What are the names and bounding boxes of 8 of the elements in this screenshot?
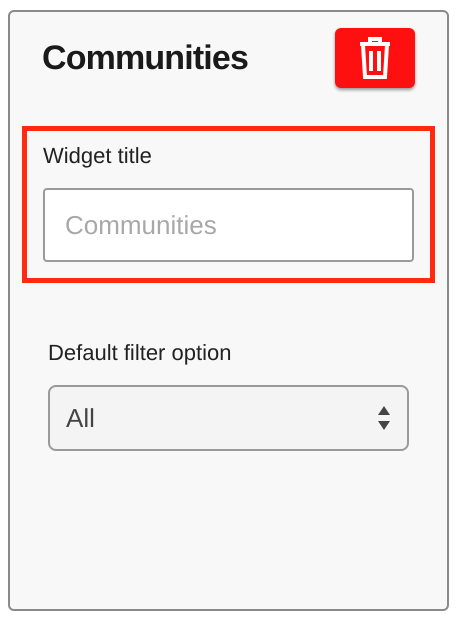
field-label: Widget title bbox=[43, 142, 153, 170]
field-label: Default filter option bbox=[48, 339, 232, 367]
up-down-arrows-icon bbox=[377, 404, 391, 432]
widget-title: Communities bbox=[42, 38, 248, 78]
input-field[interactable]: Communities bbox=[43, 188, 414, 262]
delete-button[interactable] bbox=[335, 28, 415, 88]
dropdown[interactable]: All bbox=[48, 385, 409, 451]
trash-icon bbox=[358, 36, 392, 80]
